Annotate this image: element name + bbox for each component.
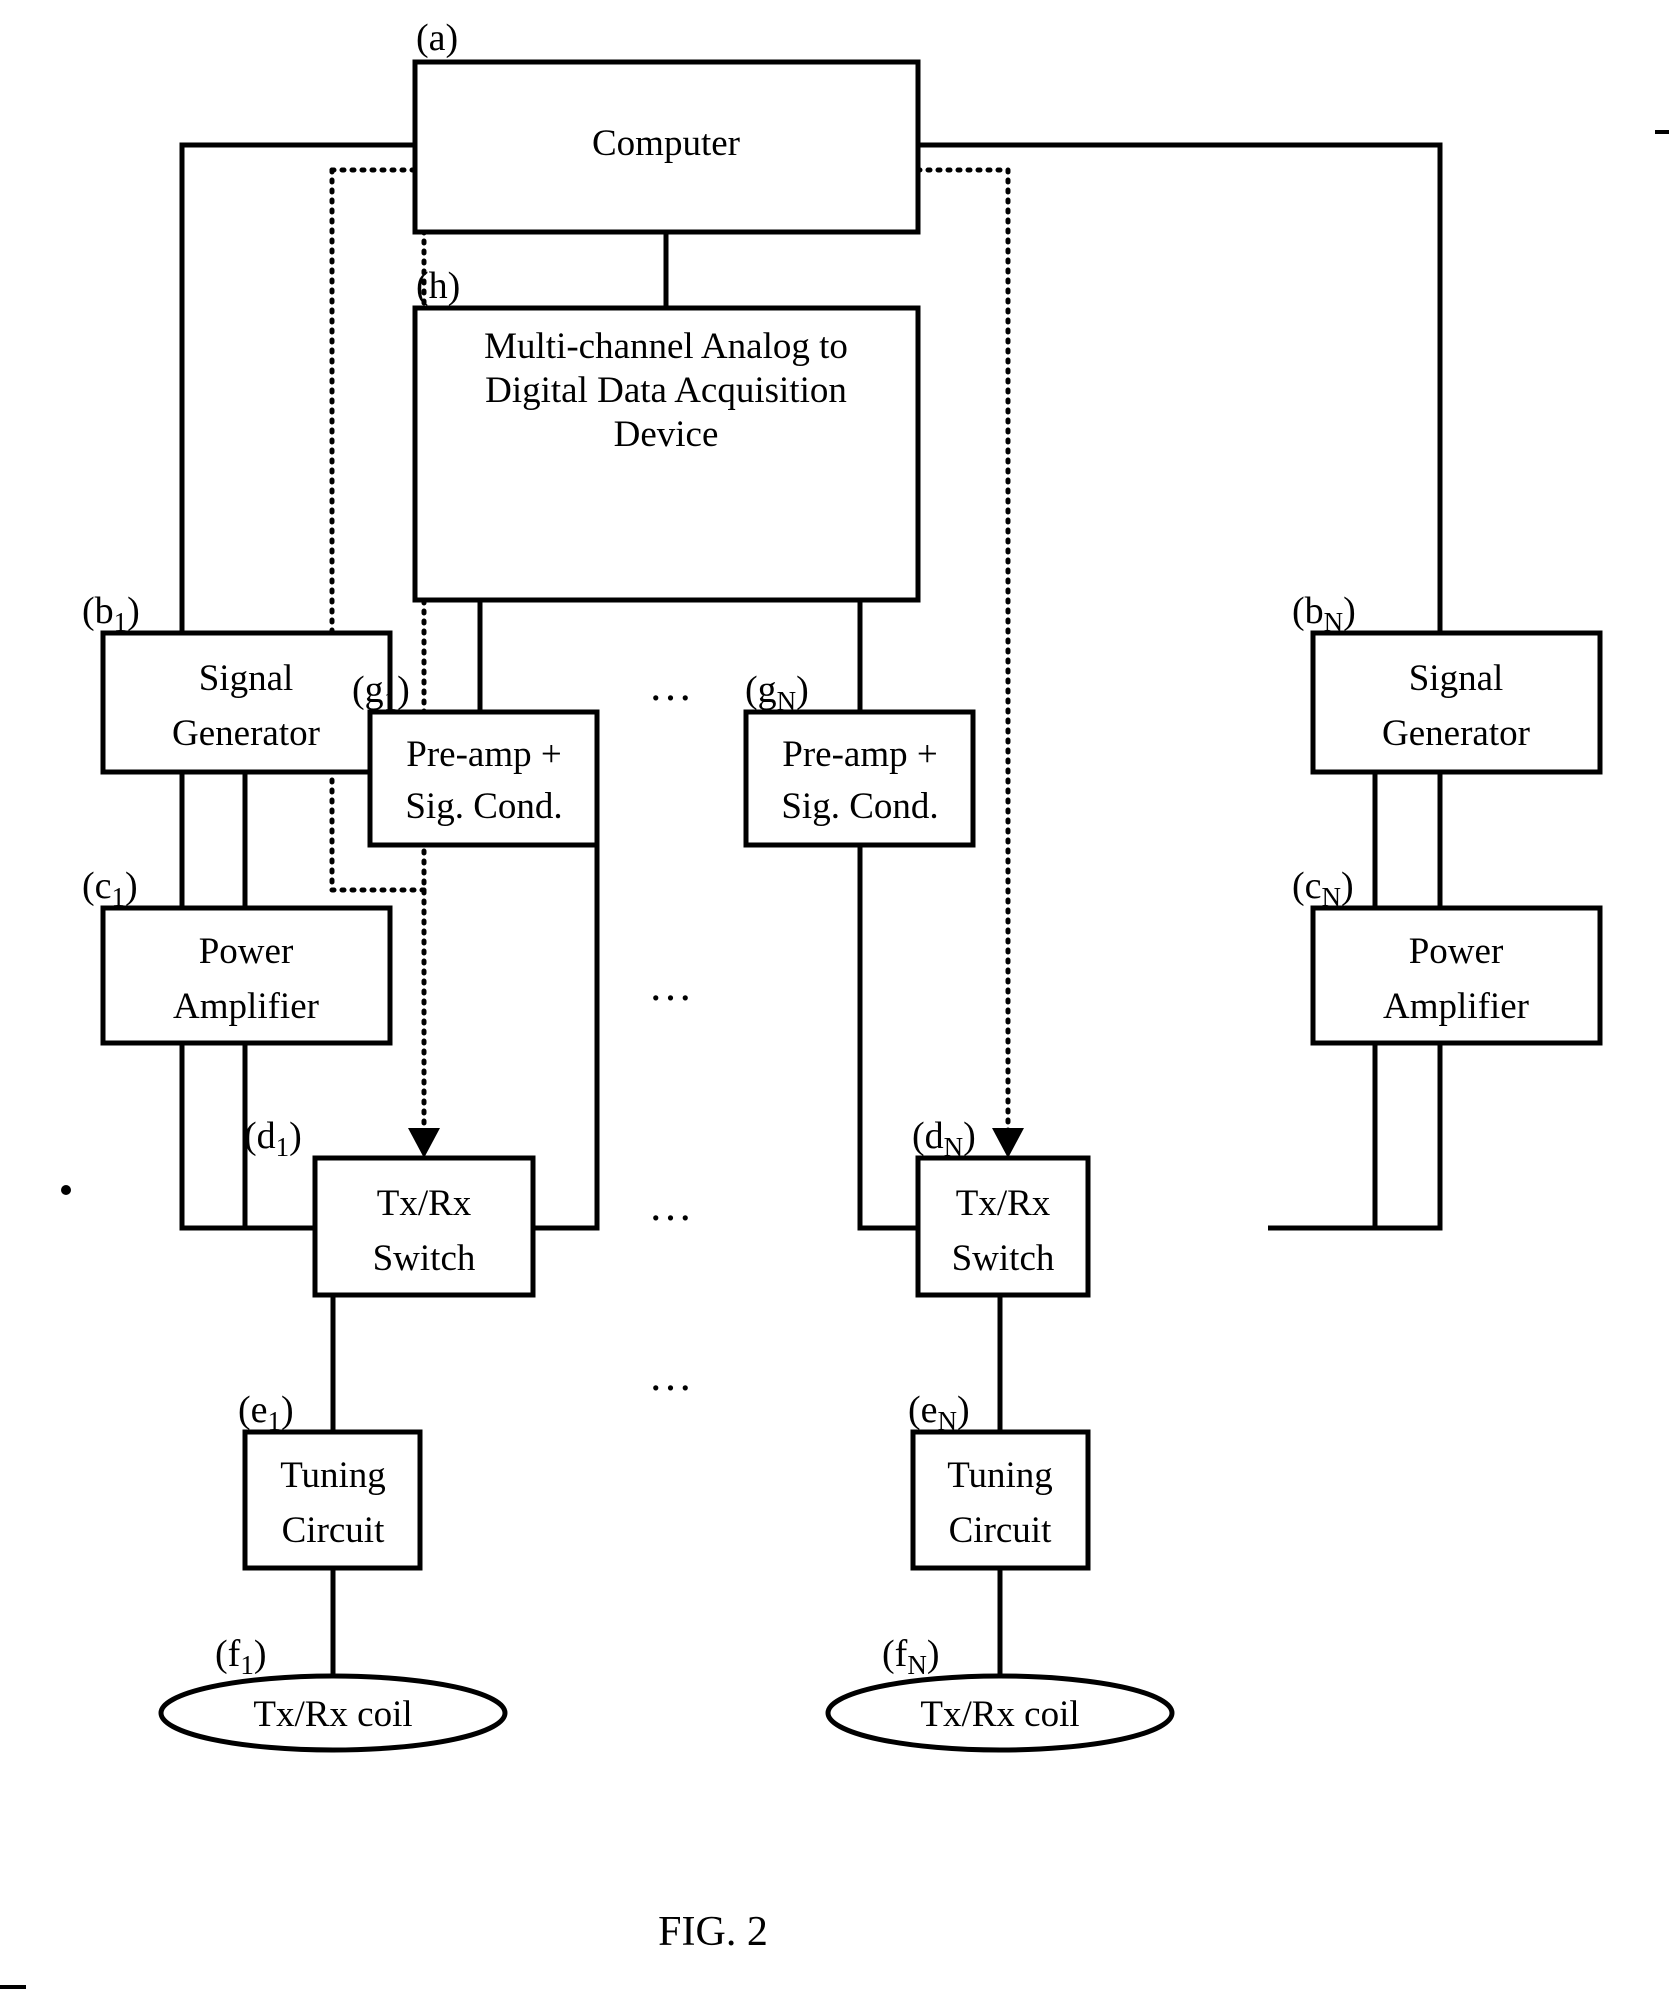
wire-preampN-to-switchN [857,845,918,1231]
figure-caption: FIG. 2 [658,1909,768,1955]
ref-label-eN: (eN) [908,1389,970,1436]
page-margin-tick-top-right [1655,130,1669,134]
ellipsis-preamp-row: … [649,661,696,710]
block-tuning-circuit-n-line1: Tuning [947,1455,1053,1496]
block-txrx-coil-n-label: Tx/Rx coil [920,1694,1079,1735]
ref-label-a: (a) [416,17,458,59]
ref-label-bN: (bN) [1292,590,1356,637]
block-signal-generator-n-line1: Signal [1409,658,1504,699]
block-power-amplifier-n-line1: Power [1409,931,1504,972]
block-txrx-switch-n-line2: Switch [952,1238,1055,1279]
block-preamp-1-line1: Pre-amp + [406,734,561,775]
block-diagram-canvas: Computer (a) Multi-channel Analog to Dig… [0,17,1669,1989]
wire-preamp1-to-switch1 [533,845,600,1231]
block-daq-label-line1: Multi-channel Analog to [484,326,848,367]
block-txrx-switch-n-line1: Tx/Rx [956,1183,1051,1224]
block-tuning-circuit-1-line1: Tuning [280,1455,386,1496]
block-daq-label-line2: Digital Data Acquisition [485,370,847,411]
figure-page: Computer (a) Multi-channel Analog to Dig… [0,0,1669,2002]
block-power-amplifier-n-line2: Amplifier [1383,986,1529,1027]
wire-computer-to-signalgen-1 [179,142,415,633]
wire-computer-to-signalgen-n [918,142,1443,633]
ellipsis-tuning-row: … [649,1181,696,1230]
block-signal-generator-n-line2: Generator [1382,713,1530,754]
page-margin-dot-left [61,1185,71,1195]
block-preamp-1-line2: Sig. Cond. [405,786,562,827]
ref-label-d1: (d1) [244,1115,302,1162]
block-power-amplifier-1-line1: Power [199,931,294,972]
block-computer-label: Computer [592,123,740,164]
ref-label-f1: (f1) [215,1633,266,1680]
ref-label-c1: (c1) [82,865,138,912]
page-margin-tick-bottom-left [0,1985,26,1989]
block-signal-generator-1-line2: Generator [172,713,320,754]
block-txrx-coil-1-label: Tx/Rx coil [253,1694,412,1735]
block-daq-label-line3: Device [614,414,719,455]
ref-label-e1: (e1) [238,1389,294,1436]
ref-label-b1: (b1) [82,590,140,637]
ref-label-h: (h) [416,265,460,307]
block-tuning-circuit-1-line2: Circuit [282,1510,385,1551]
ref-label-g1: (g1) [352,669,410,716]
ref-label-cN: (cN) [1292,865,1354,912]
ellipsis-switch-row: … [649,961,696,1010]
ref-label-gN: (gN) [745,669,809,716]
block-signal-generator-1-line1: Signal [199,658,294,699]
block-txrx-switch-1-line2: Switch [373,1238,476,1279]
block-power-amplifier-1-line2: Amplifier [173,986,319,1027]
arrowhead-control-1 [408,1128,440,1158]
block-tuning-circuit-n-line2: Circuit [949,1510,1052,1551]
ref-label-fN: (fN) [882,1633,939,1680]
block-preamp-n-line1: Pre-amp + [782,734,937,775]
arrowhead-control-n [992,1128,1024,1158]
ref-label-dN: (dN) [912,1115,976,1162]
block-txrx-switch-1-line1: Tx/Rx [377,1183,472,1224]
ellipsis-coil-row: … [649,1351,696,1400]
wire-poweramplN-to-switchN [1268,1043,1378,1231]
block-preamp-n-line2: Sig. Cond. [781,786,938,827]
